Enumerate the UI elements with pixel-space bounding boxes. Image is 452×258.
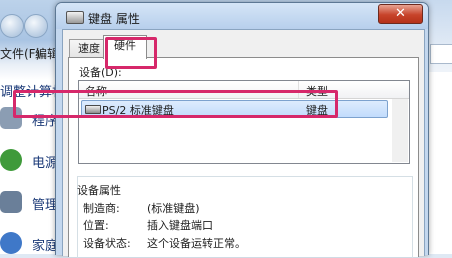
dialog-body: 速度 硬件 设备(D): 名称 类型 PS/2 标准键盘 键盘 设备属性 制造商…	[62, 29, 425, 258]
search-input[interactable]	[430, 44, 452, 64]
close-button[interactable]: ✕	[378, 4, 423, 24]
homegroup-icon	[0, 232, 22, 254]
dialog-titlebar[interactable]: 键盘 属性 ✕	[56, 3, 428, 29]
control-panel-item-manage[interactable]: 管理	[0, 191, 60, 217]
hardware-tab-panel: 设备(D): 名称 类型 PS/2 标准键盘 键盘 设备属性 制造商: (标准键…	[68, 57, 419, 258]
location-label: 位置:	[83, 219, 109, 232]
location-value: 插入键盘端口	[147, 219, 213, 232]
forward-button[interactable]	[24, 14, 48, 38]
tab-highlight-annotation	[105, 37, 157, 69]
device-status-value: 这个设备运转正常。	[147, 237, 246, 250]
keyboard-icon	[66, 11, 84, 24]
close-icon: ✕	[395, 6, 406, 21]
power-icon	[0, 149, 22, 171]
navigation-buttons	[0, 14, 60, 38]
dialog-title: 键盘 属性	[88, 12, 140, 26]
device-properties-title: 设备属性	[77, 184, 121, 197]
manage-icon	[0, 191, 22, 213]
control-panel-item-power[interactable]: 电源	[0, 149, 60, 175]
device-status-label: 设备状态:	[83, 237, 131, 250]
control-panel-item-homegroup[interactable]: 家庭	[0, 232, 60, 258]
list-blank-area	[392, 99, 408, 162]
device-row-highlight-annotation	[13, 90, 338, 118]
manufacturer-value: (标准键盘)	[147, 202, 200, 215]
manufacturer-label: 制造商:	[83, 202, 120, 215]
keyboard-properties-dialog: 键盘 属性 ✕ 速度 硬件 设备(D): 名称 类型 PS/2 标准键盘 键盘	[55, 2, 429, 258]
back-button[interactable]	[0, 14, 24, 38]
